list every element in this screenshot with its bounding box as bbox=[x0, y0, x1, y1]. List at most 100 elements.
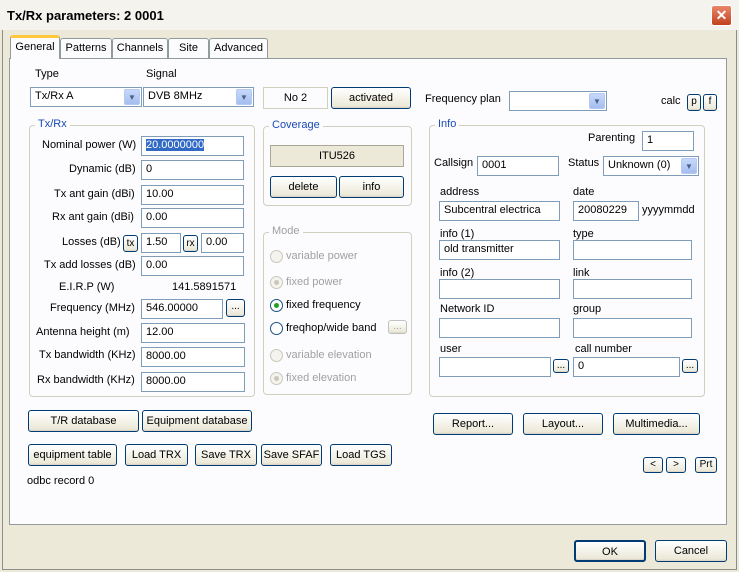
dynamic-input[interactable]: 0 bbox=[141, 160, 244, 180]
date-label: date bbox=[573, 186, 595, 198]
rx-bandwidth-label: Rx bandwidth (KHz) bbox=[37, 374, 135, 386]
chevron-down-icon: ▼ bbox=[589, 93, 605, 109]
type-select[interactable]: Tx/Rx A ▼ bbox=[30, 87, 142, 107]
signal-select-value: DVB 8MHz bbox=[148, 90, 203, 102]
chevron-down-icon: ▼ bbox=[681, 158, 697, 174]
address-input[interactable]: Subcentral electrica bbox=[439, 201, 560, 221]
fixed-power-label: fixed power bbox=[286, 276, 343, 288]
link-label: link bbox=[573, 267, 590, 279]
variable-power-radio[interactable] bbox=[270, 250, 283, 263]
info-group-title: Info bbox=[435, 118, 460, 130]
type-info-input[interactable] bbox=[573, 240, 692, 260]
variable-elevation-radio[interactable] bbox=[270, 349, 283, 362]
variable-power-label: variable power bbox=[286, 250, 358, 262]
losses-tx-button[interactable]: tx bbox=[123, 235, 138, 252]
status-select-value: Unknown (0) bbox=[608, 159, 671, 171]
tab-general[interactable]: General bbox=[10, 35, 60, 59]
nominal-power-input[interactable]: 20.0000000 bbox=[141, 136, 244, 156]
freqhop-label: freqhop/wide band bbox=[286, 322, 377, 334]
frequency-plan-select[interactable]: ▼ bbox=[509, 91, 607, 111]
tx-ant-gain-label: Tx ant gain (dBi) bbox=[54, 188, 135, 200]
date-format-label: yyyymmdd bbox=[642, 204, 695, 216]
close-button[interactable]: ✕ bbox=[711, 5, 732, 26]
report-button[interactable]: Report... bbox=[433, 413, 513, 435]
tab-channels[interactable]: Channels bbox=[112, 38, 168, 58]
tx-add-losses-input[interactable]: 0.00 bbox=[141, 256, 244, 276]
print-button[interactable]: Prt bbox=[695, 457, 717, 473]
type-info-label: type bbox=[573, 228, 594, 240]
callsign-input[interactable]: 0001 bbox=[477, 156, 559, 176]
mode-group-title: Mode bbox=[269, 225, 303, 237]
call-number-input[interactable]: 0 bbox=[573, 357, 680, 377]
calc-label: calc bbox=[661, 95, 681, 107]
fixed-elevation-radio[interactable] bbox=[270, 372, 283, 385]
calc-p-button[interactable]: p bbox=[687, 94, 701, 111]
user-browse-button[interactable]: ... bbox=[553, 359, 569, 373]
address-label: address bbox=[440, 186, 480, 198]
chevron-down-icon: ▼ bbox=[124, 89, 140, 105]
call-number-label: call number bbox=[575, 343, 632, 355]
tab-patterns[interactable]: Patterns bbox=[60, 38, 112, 58]
dynamic-label: Dynamic (dB) bbox=[69, 163, 136, 175]
freqhop-radio[interactable] bbox=[270, 322, 283, 335]
antenna-height-input[interactable]: 12.00 bbox=[141, 323, 245, 343]
status-select[interactable]: Unknown (0) ▼ bbox=[603, 156, 699, 176]
load-tgs-button[interactable]: Load TGS bbox=[330, 444, 392, 466]
coverage-delete-button[interactable]: delete bbox=[270, 176, 337, 198]
losses-rx-input[interactable]: 0.00 bbox=[201, 233, 244, 253]
user-input[interactable] bbox=[439, 357, 551, 377]
layout-button[interactable]: Layout... bbox=[523, 413, 603, 435]
date-input[interactable]: 20080229 bbox=[573, 201, 639, 221]
antenna-height-label: Antenna height (m) bbox=[36, 326, 130, 338]
coverage-info-button[interactable]: info bbox=[339, 176, 404, 198]
callsign-label: Callsign bbox=[434, 157, 474, 169]
group-label: group bbox=[573, 303, 602, 315]
odbc-record-status: odbc record 0 bbox=[27, 475, 95, 487]
cancel-button[interactable]: Cancel bbox=[655, 540, 727, 562]
network-id-input[interactable] bbox=[439, 318, 560, 338]
tr-database-button[interactable]: T/R database bbox=[28, 410, 139, 432]
activated-button[interactable]: activated bbox=[331, 87, 411, 109]
losses-rx-button[interactable]: rx bbox=[183, 235, 198, 252]
eirp-value: 141.5891571 bbox=[172, 281, 237, 293]
previous-record-button[interactable]: < bbox=[643, 457, 663, 473]
fixed-frequency-radio[interactable] bbox=[270, 299, 283, 312]
status-label: Status bbox=[568, 157, 600, 169]
freqhop-browse-button[interactable]: ... bbox=[388, 320, 407, 334]
parenting-input[interactable]: 1 bbox=[642, 131, 694, 151]
fixed-power-radio[interactable] bbox=[270, 276, 283, 289]
type-label: Type bbox=[35, 68, 59, 80]
link-input[interactable] bbox=[573, 279, 692, 299]
frequency-input[interactable]: 546.00000 bbox=[141, 299, 223, 319]
info1-input[interactable]: old transmitter bbox=[439, 240, 560, 260]
equipment-database-button[interactable]: Equipment database bbox=[142, 410, 252, 432]
fixed-elevation-label: fixed elevation bbox=[286, 372, 357, 384]
calc-f-button[interactable]: f bbox=[703, 94, 717, 111]
tab-site[interactable]: Site bbox=[168, 38, 209, 58]
tab-advanced[interactable]: Advanced bbox=[209, 38, 268, 58]
signal-select[interactable]: DVB 8MHz ▼ bbox=[143, 87, 254, 107]
window-title: Tx/Rx parameters: 2 0001 bbox=[7, 8, 164, 23]
info2-input[interactable] bbox=[439, 279, 560, 299]
rx-bandwidth-input[interactable]: 8000.00 bbox=[141, 372, 245, 392]
losses-tx-input[interactable]: 1.50 bbox=[141, 233, 181, 253]
save-sfaf-button[interactable]: Save SFAF bbox=[261, 444, 322, 466]
frequency-plan-label: Frequency plan bbox=[425, 93, 501, 105]
nominal-power-label: Nominal power (W) bbox=[42, 139, 137, 151]
tx-bandwidth-input[interactable]: 8000.00 bbox=[141, 347, 245, 367]
rx-ant-gain-input[interactable]: 0.00 bbox=[141, 208, 244, 228]
signal-label: Signal bbox=[146, 68, 177, 80]
chevron-down-icon: ▼ bbox=[236, 89, 252, 105]
call-number-browse-button[interactable]: ... bbox=[682, 359, 698, 373]
tx-add-losses-label: Tx add losses (dB) bbox=[44, 259, 136, 271]
equipment-table-button[interactable]: equipment table bbox=[28, 444, 117, 466]
group-input[interactable] bbox=[573, 318, 692, 338]
frequency-browse-button[interactable]: ... bbox=[226, 299, 245, 317]
next-record-button[interactable]: > bbox=[666, 457, 686, 473]
load-trx-button[interactable]: Load TRX bbox=[125, 444, 188, 466]
network-id-label: Network ID bbox=[440, 303, 495, 315]
save-trx-button[interactable]: Save TRX bbox=[195, 444, 257, 466]
tx-ant-gain-input[interactable]: 10.00 bbox=[141, 185, 244, 205]
ok-button[interactable]: OK bbox=[574, 540, 646, 562]
multimedia-button[interactable]: Multimedia... bbox=[613, 413, 700, 435]
